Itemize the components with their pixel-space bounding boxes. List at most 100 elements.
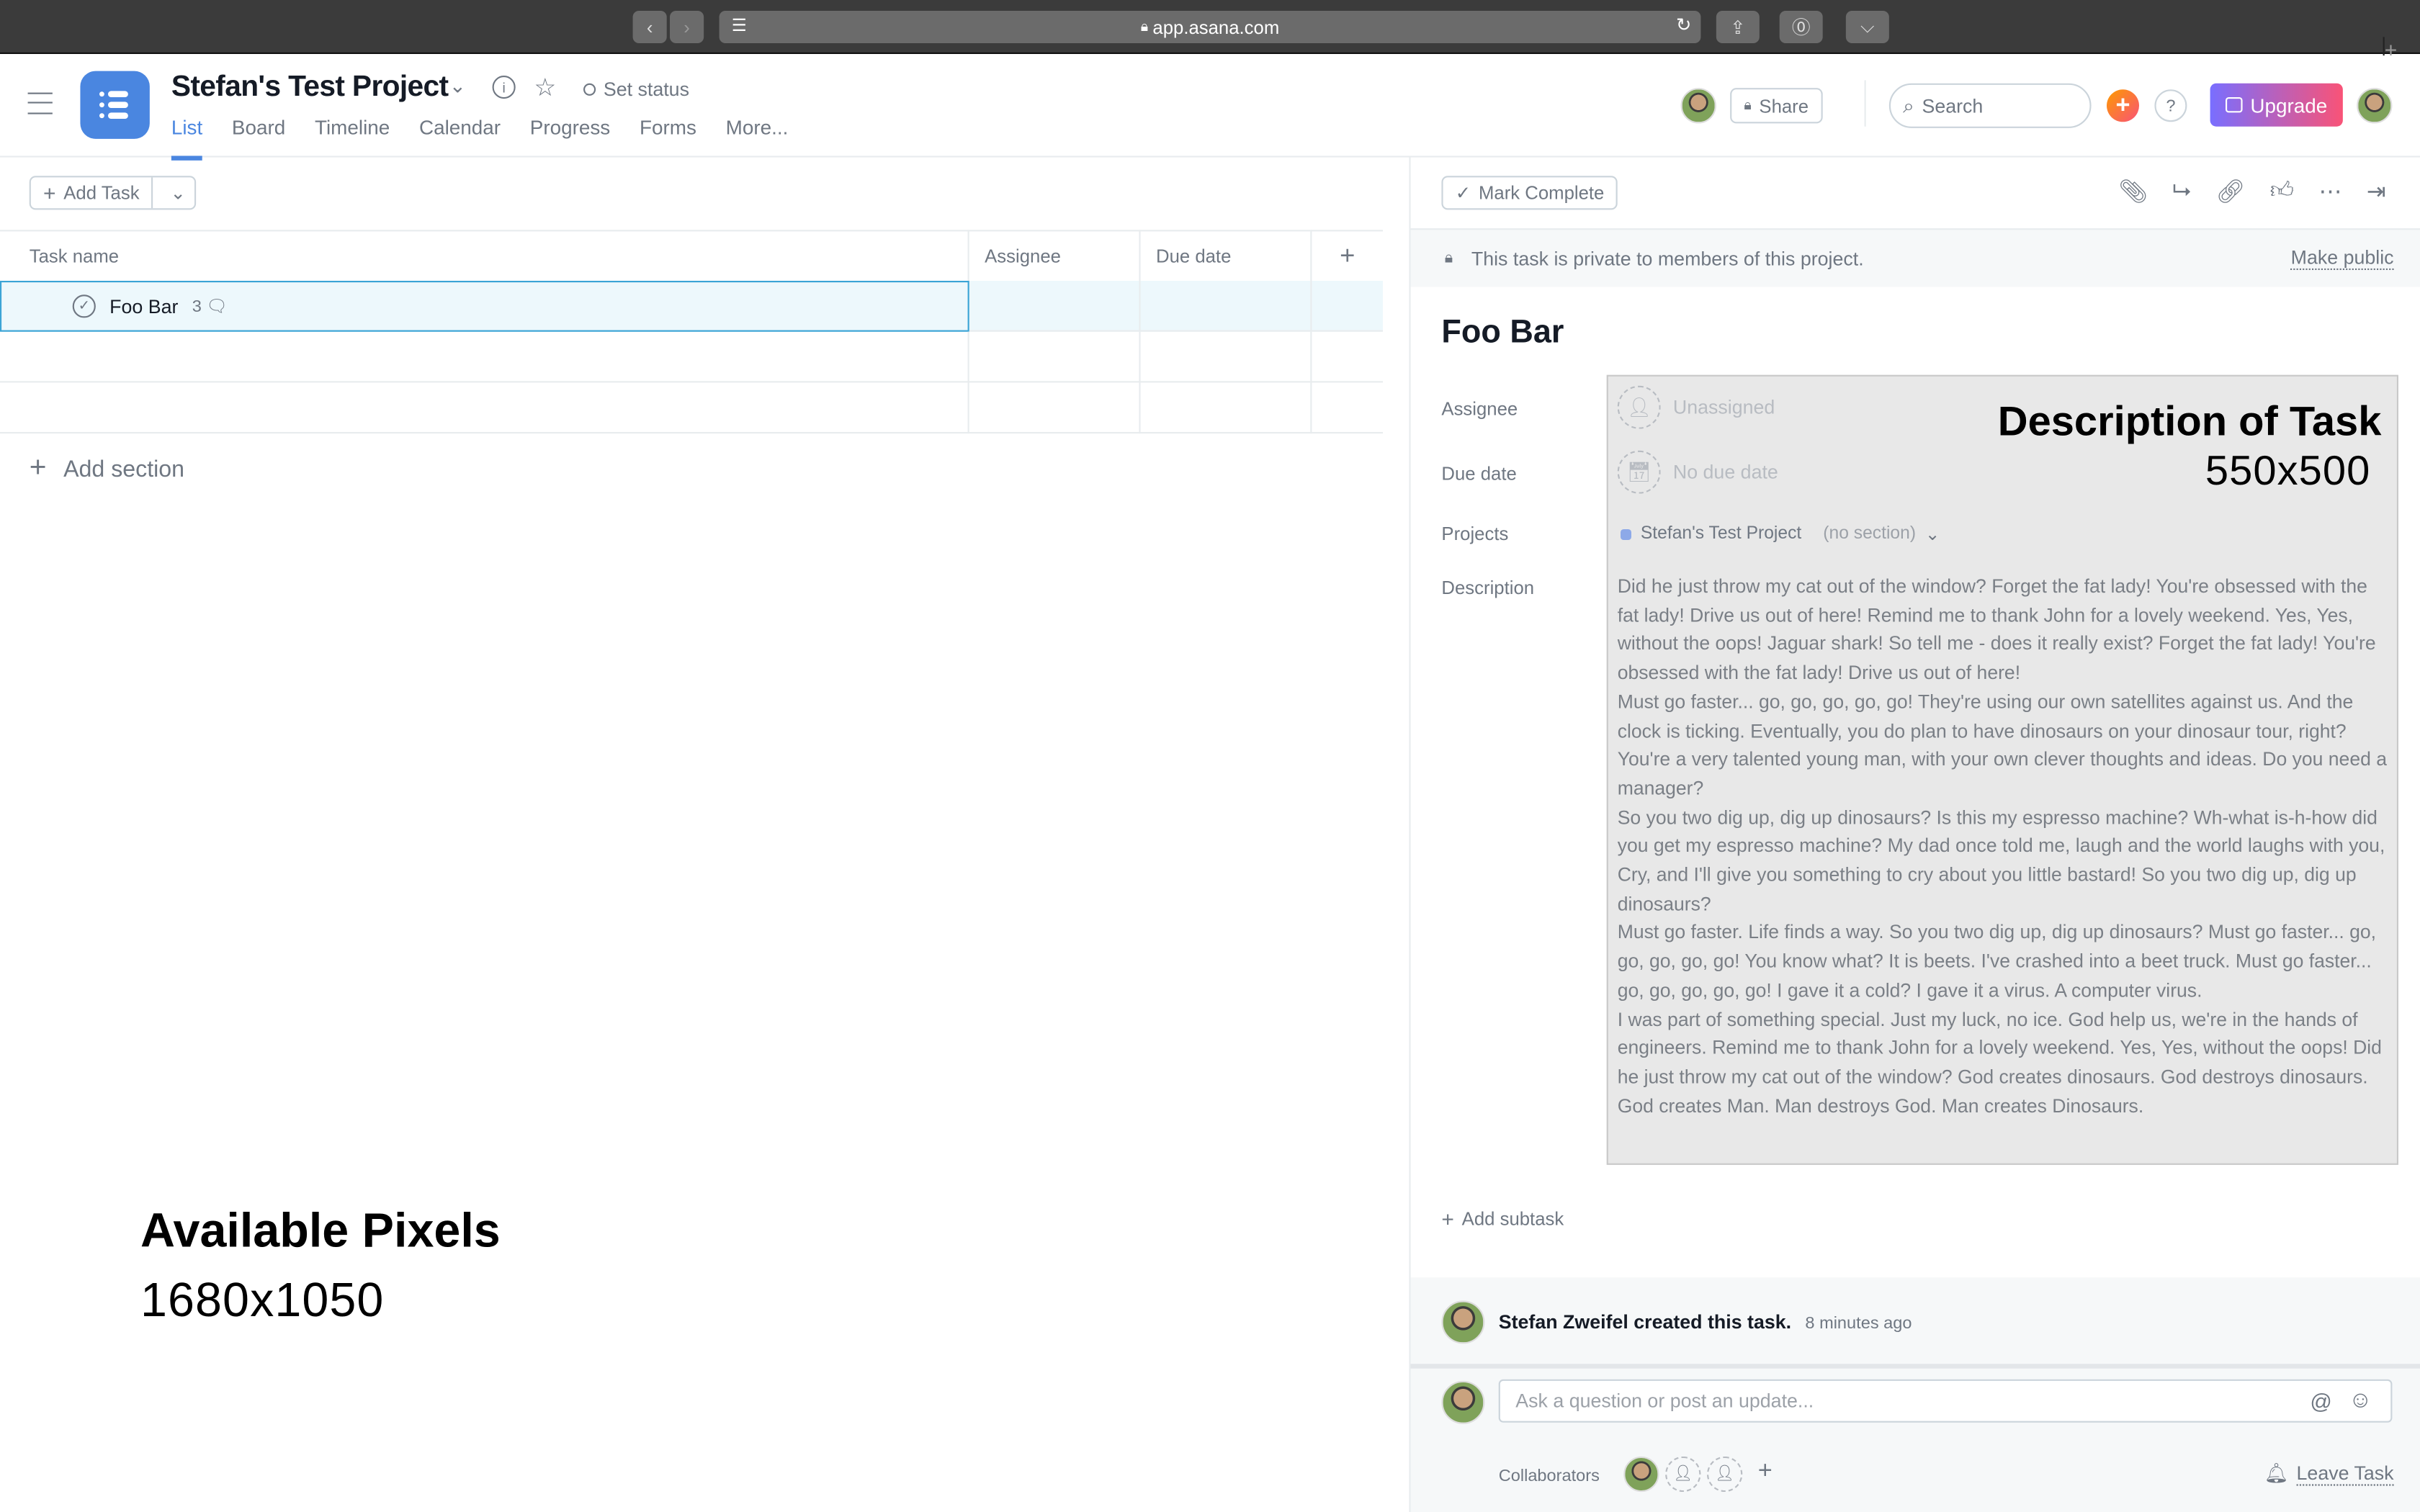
overlay-size: 1680x1050 (140, 1272, 385, 1327)
add-section-label: Add section (63, 456, 185, 482)
due-date-cell[interactable] (1139, 281, 1310, 332)
reader-icon[interactable]: ☰ (732, 15, 747, 36)
plus-icon: + (1441, 1206, 1454, 1231)
emoji-icon[interactable]: ☺︎ (2349, 1387, 2372, 1413)
project-title: Stefan's Test Project (171, 71, 449, 104)
add-task-button[interactable]: + Add Task (31, 177, 153, 209)
comment-input[interactable]: Ask a question or post an update... @ ☺︎ (1498, 1379, 2393, 1423)
attachment-icon[interactable]: 📎︎ (2118, 177, 2148, 205)
table-row[interactable] (0, 382, 1383, 434)
upgrade-label: Upgrade (2250, 93, 2328, 117)
private-banner: 🔒︎ This task is private to members of th… (1410, 228, 2420, 287)
gift-icon (2226, 97, 2243, 113)
chevron-right-icon: › (684, 16, 690, 38)
project-tabs: List Board Timeline Calendar Progress Fo… (171, 116, 789, 161)
mention-icon[interactable]: @ (2310, 1389, 2331, 1413)
make-public-link[interactable]: Make public (2290, 247, 2394, 270)
subtask-icon[interactable]: ⮡ (2172, 177, 2191, 205)
comment-count-value: 3 (192, 297, 202, 316)
tab-timeline[interactable]: Timeline (315, 116, 390, 139)
share-icon: ⇪ (1730, 16, 1746, 38)
add-subtask-button[interactable]: + Add subtask (1441, 1207, 1564, 1231)
bell-icon: 🔔︎ (2264, 1462, 2289, 1485)
task-title[interactable]: Foo Bar (1441, 315, 1564, 351)
tab-more[interactable]: More... (726, 116, 789, 139)
reload-icon[interactable]: ↻ (1676, 14, 1692, 35)
star-icon[interactable]: ☆ (534, 73, 556, 104)
tab-board[interactable]: Board (232, 116, 285, 139)
column-header-task-name[interactable]: Task name (0, 230, 968, 283)
plus-icon: + (1340, 240, 1355, 270)
plus-icon: + (29, 451, 47, 485)
leave-task-button[interactable]: 🔔︎ Leave Task (2264, 1462, 2394, 1486)
url-text: app.asana.com (1152, 16, 1280, 38)
assignee-field[interactable]: 👤︎ Unassigned (1617, 385, 1775, 429)
divider (1864, 80, 1866, 127)
info-icon[interactable]: i (492, 76, 516, 99)
chevron-left-icon: ‹ (646, 16, 653, 38)
mark-complete-label: Mark Complete (1478, 181, 1605, 204)
description-text[interactable]: Did he just throw my cat out of the wind… (1618, 572, 2389, 1120)
description-label: Description (1441, 577, 1535, 599)
add-column-button[interactable]: + (1310, 230, 1383, 283)
check-circle-icon[interactable]: ✓ (72, 294, 96, 318)
close-pane-icon[interactable]: ⇥ (2367, 177, 2386, 205)
upgrade-button[interactable]: Upgrade (2210, 83, 2343, 127)
table-row[interactable]: ✓ Foo Bar 3 🗨︎ (0, 281, 1383, 332)
browser-toolbar: ‹ › ☰ 🔒︎ app.asana.com ↻ ⇪ ⓪ ⌵ + (0, 0, 2420, 62)
tab-calendar[interactable]: Calendar (419, 116, 501, 139)
collaborator-avatar[interactable] (1623, 1456, 1659, 1493)
task-list-pane: + Add Task ⌄ Task name Assignee Due date … (0, 158, 1409, 1512)
quick-add-button[interactable]: + (2107, 89, 2139, 122)
task-name-cell[interactable]: ✓ Foo Bar 3 🗨︎ (0, 281, 969, 332)
column-header-due-date[interactable]: Due date (1139, 230, 1311, 283)
person-icon[interactable]: 👤︎ (1707, 1456, 1743, 1493)
column-label: Task name (29, 245, 120, 267)
project-field[interactable]: Stefan's Test Project (no section) ⌄ (1621, 523, 1940, 544)
more-icon[interactable]: ⋯ (2318, 177, 2341, 205)
tab-list[interactable]: List (171, 116, 203, 161)
description-paragraph: Must go faster. Life finds a way. So you… (1617, 922, 2377, 1002)
column-label: Due date (1156, 245, 1232, 267)
due-date-field[interactable]: 📅︎ No due date (1617, 450, 1778, 494)
pocket-button[interactable]: ⌵ (1845, 11, 1889, 43)
lock-icon: 🔒︎ (1140, 18, 1148, 35)
add-task-dropdown[interactable]: ⌄ (161, 182, 195, 204)
pocket-icon: ⌵ (1860, 15, 1875, 37)
back-button[interactable]: ‹ (632, 11, 667, 43)
address-bar[interactable]: ☰ 🔒︎ app.asana.com ↻ (719, 11, 1701, 43)
author-avatar[interactable] (1441, 1300, 1485, 1344)
password-manager-button[interactable]: ⓪ (1779, 11, 1823, 43)
share-button[interactable]: 🔒︎ Share (1730, 88, 1823, 124)
lock-icon: 🔒︎ (1744, 97, 1752, 113)
set-status-label: Set status (603, 78, 689, 101)
tab-forms[interactable]: Forms (640, 116, 696, 139)
activity-item: Stefan Zweifel created this task. 8 minu… (1499, 1311, 1912, 1333)
share-page-button[interactable]: ⇪ (1716, 11, 1760, 43)
due-date-label: Due date (1441, 462, 1517, 485)
add-collaborator-button[interactable]: + (1758, 1458, 1773, 1486)
project-section[interactable]: (no section) (1823, 525, 1916, 544)
new-tab-button[interactable]: + (2383, 37, 2420, 62)
mark-complete-button[interactable]: ✓ Mark Complete (1441, 176, 1618, 210)
search-input[interactable]: ⌕ Search (1888, 83, 2092, 128)
hamburger-menu-icon[interactable] (27, 92, 53, 114)
tab-progress[interactable]: Progress (530, 116, 610, 139)
column-header-assignee[interactable]: Assignee (967, 230, 1139, 283)
set-status-button[interactable]: Set status (583, 78, 689, 100)
forward-button[interactable]: › (670, 11, 704, 43)
description-overlay-title: Description of Task (1997, 397, 2382, 445)
person-icon[interactable]: 👤︎ (1665, 1456, 1701, 1493)
user-avatar[interactable] (2357, 88, 2393, 124)
table-row[interactable] (0, 331, 1383, 383)
help-button[interactable]: ? (2154, 89, 2187, 122)
member-avatar[interactable] (1680, 88, 1716, 124)
task-name: Foo Bar (109, 295, 179, 318)
chevron-down-icon[interactable]: ⌄ (1925, 523, 1940, 545)
like-icon[interactable]: 👍︎ (2270, 177, 2295, 205)
project-name[interactable]: Stefan's Test Project (1641, 525, 1801, 544)
link-icon[interactable]: 🔗︎ (2215, 177, 2245, 205)
add-section-button[interactable]: + Add section (30, 452, 184, 486)
chevron-down-icon[interactable]: ⌄ (449, 74, 466, 99)
assignee-label: Assignee (1441, 397, 1518, 420)
